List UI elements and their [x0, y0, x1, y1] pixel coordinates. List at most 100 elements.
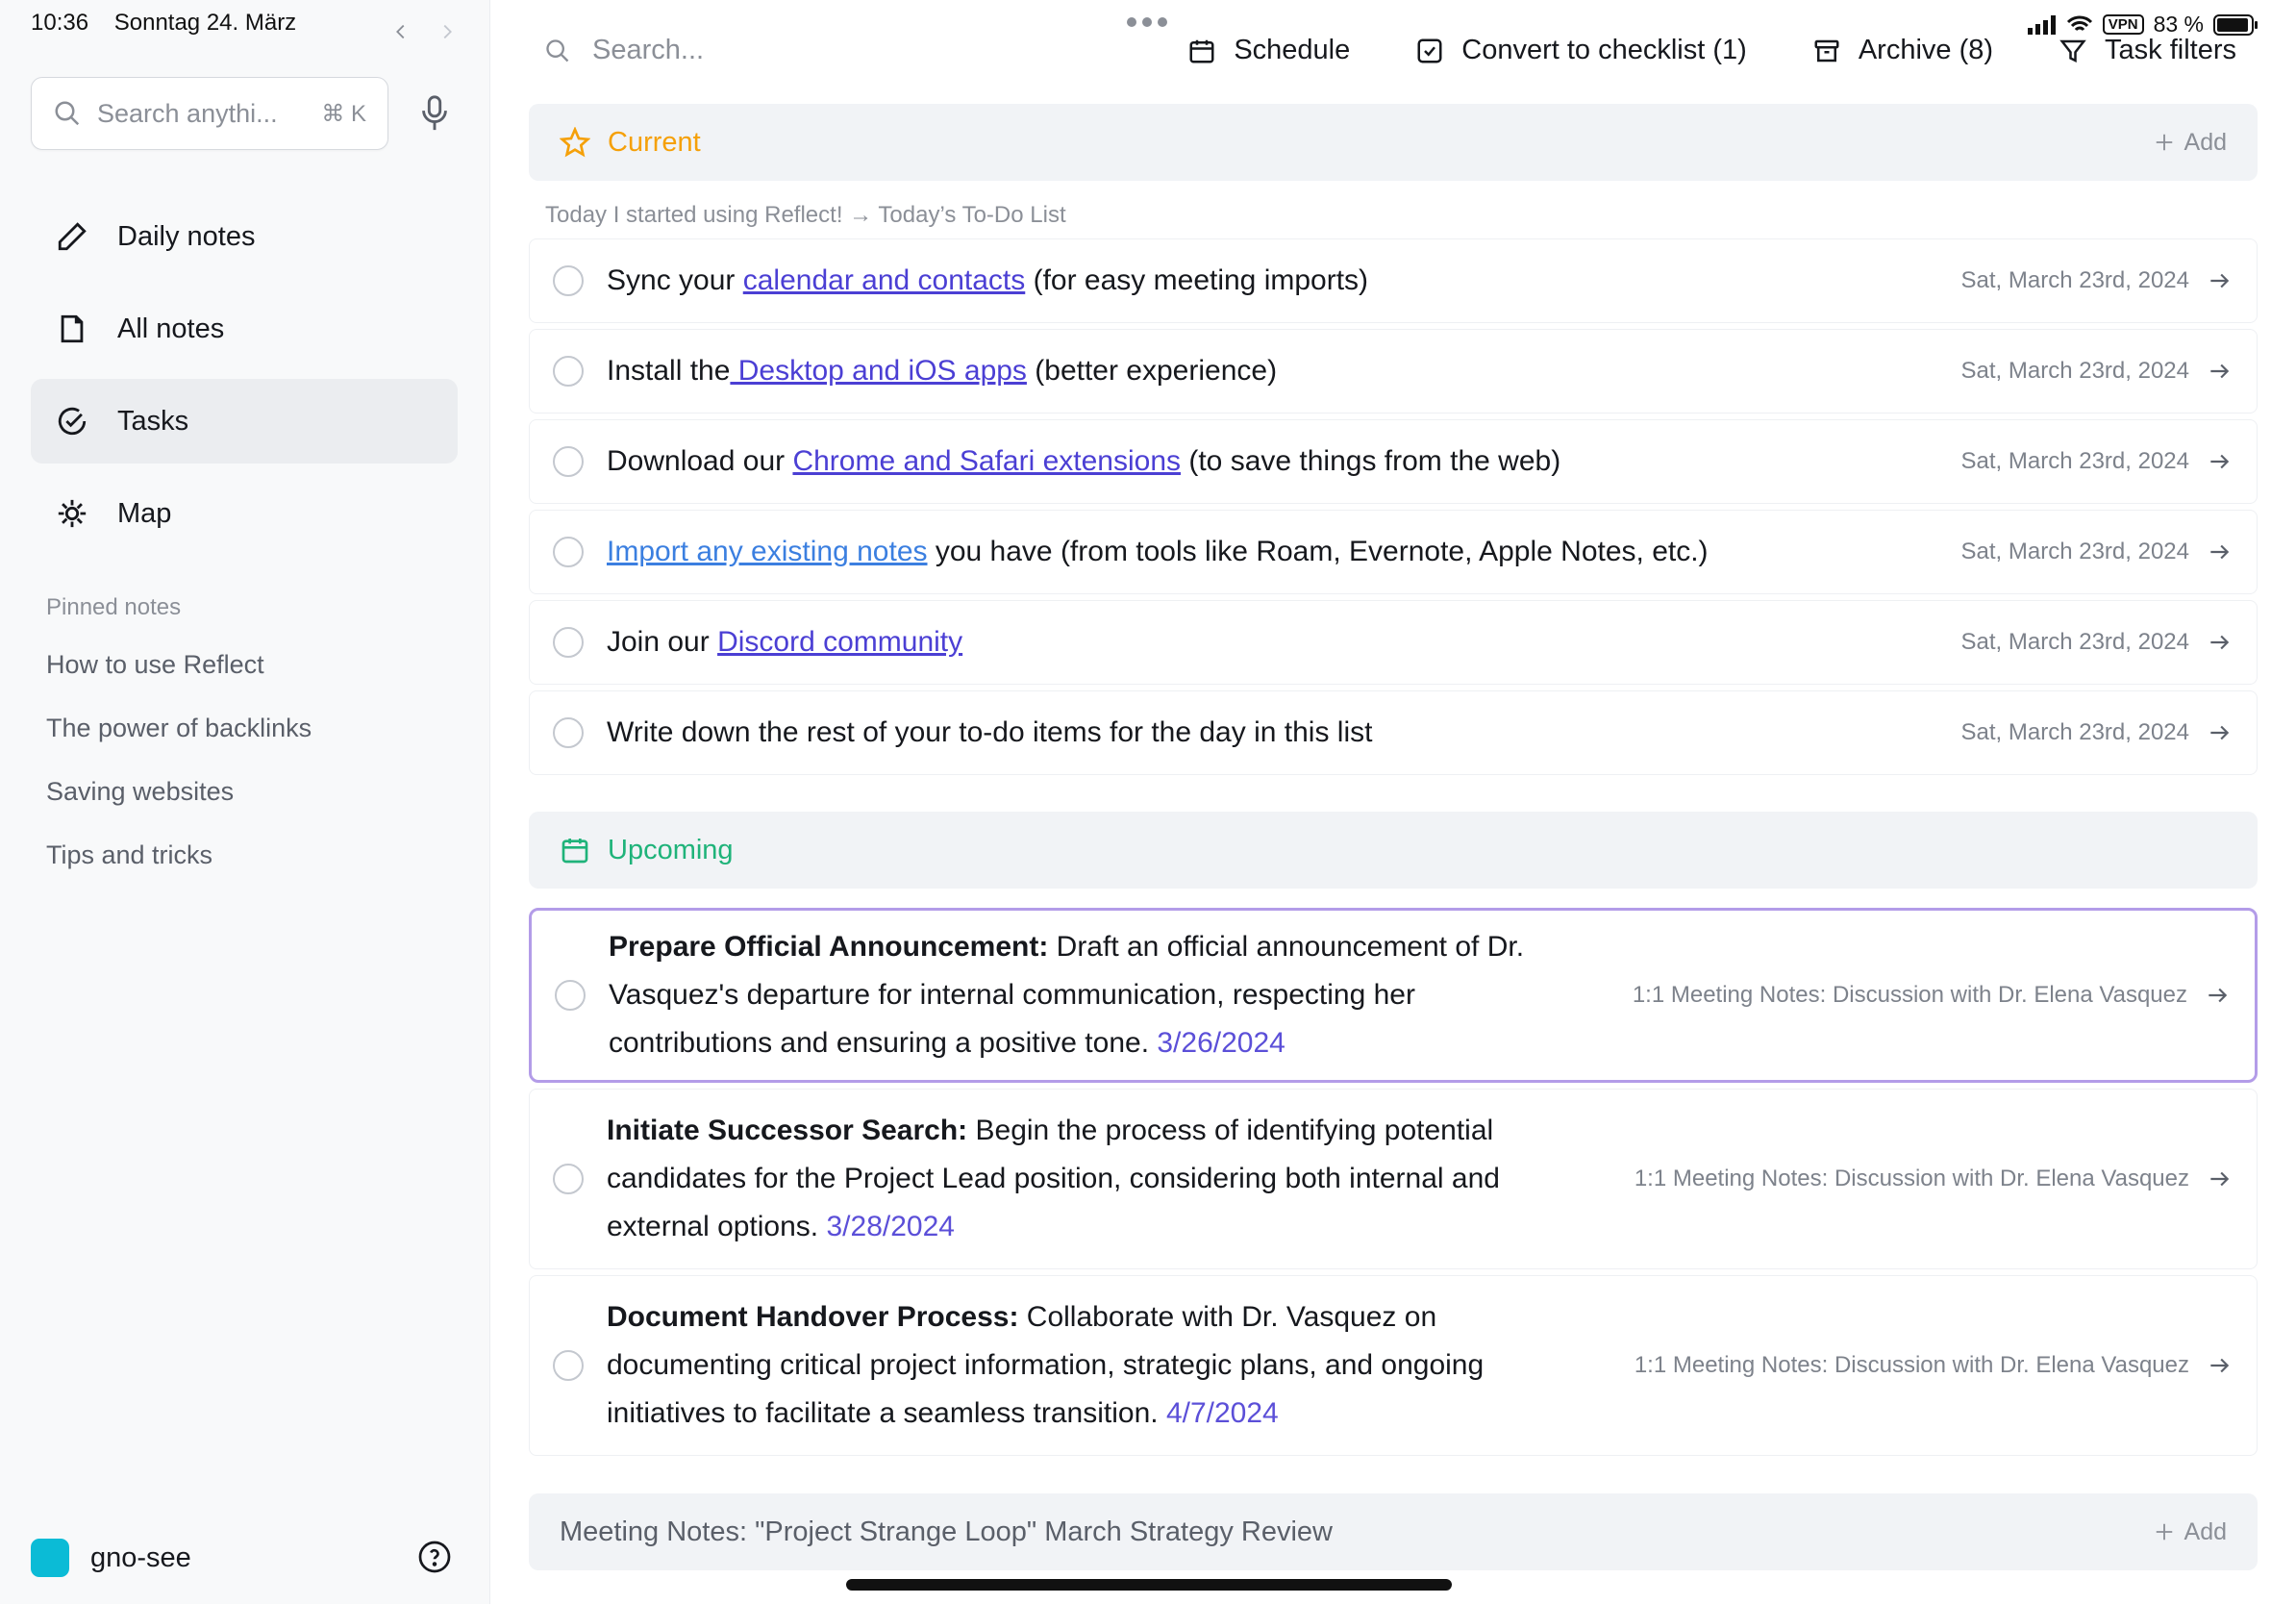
workspace-badge [31, 1539, 69, 1577]
wifi-icon [2066, 15, 2092, 31]
sidebar-item-map[interactable]: Map [31, 471, 458, 556]
arrow-right-icon[interactable] [2207, 268, 2232, 293]
task-link[interactable]: Import any existing notes [607, 536, 928, 567]
sidebar-item-label: Daily notes [117, 220, 256, 252]
task-checkbox[interactable] [553, 356, 584, 387]
task-checkbox[interactable] [553, 1350, 584, 1381]
section-title[interactable]: Meeting Notes: "Project Strange Loop" Ma… [560, 1516, 1333, 1548]
task-due-date[interactable]: 3/28/2024 [826, 1211, 954, 1242]
task-row: Sync your calendar and contacts (for eas… [529, 238, 2258, 323]
task-text: Install the Desktop and iOS apps (better… [607, 355, 1278, 387]
arrow-right-icon[interactable] [2207, 630, 2232, 655]
task-source[interactable]: 1:1 Meeting Notes: Discussion with Dr. E… [1635, 1165, 2189, 1192]
arrow-right-icon[interactable] [2207, 449, 2232, 474]
task-row: Document Handover Process: Collaborate w… [529, 1275, 2258, 1456]
task-filters-label: Task filters [2105, 35, 2236, 65]
add-task-button[interactable]: Add [2154, 129, 2227, 157]
task-checkbox[interactable] [553, 717, 584, 748]
task-source: Sat, March 23rd, 2024 [1960, 629, 2189, 655]
history-nav [390, 21, 458, 42]
task-due-date[interactable]: 4/7/2024 [1166, 1397, 1279, 1429]
pinned-note[interactable]: The power of backlinks [46, 714, 312, 777]
task-text: Write down the rest of your to-do items … [607, 716, 1373, 748]
arrow-right-icon[interactable] [2205, 983, 2230, 1008]
sidebar-item-tasks[interactable]: Tasks [31, 379, 458, 464]
task-search-input[interactable]: Search... [544, 35, 704, 66]
task-checkbox[interactable] [553, 265, 584, 296]
task-checkbox[interactable] [553, 537, 584, 567]
arrow-right-icon[interactable] [2207, 720, 2232, 745]
task-text: Prepare Official Announcement: Draft an … [609, 931, 1525, 1059]
task-source[interactable]: 1:1 Meeting Notes: Discussion with Dr. E… [1635, 1352, 2189, 1379]
window-dots-icon[interactable] [1127, 17, 1167, 27]
task-link[interactable]: Discord community [717, 626, 962, 658]
note-icon [61, 314, 84, 343]
arrow-right-icon[interactable] [2207, 1166, 2232, 1191]
pinned-note[interactable]: Saving websites [46, 777, 312, 840]
calendar-icon [1189, 39, 1214, 63]
add-task-button[interactable]: Add [2154, 1518, 2227, 1546]
pinned-note[interactable]: How to use Reflect [46, 650, 312, 714]
calendar-icon [562, 839, 588, 864]
search-icon [55, 101, 80, 126]
task-filters-button[interactable]: Task filters [2059, 35, 2236, 66]
archive-icon [1814, 39, 1839, 62]
home-indicator[interactable] [846, 1579, 1452, 1591]
schedule-button[interactable]: Schedule [1187, 35, 1350, 66]
arrow-right-icon[interactable] [2207, 1353, 2232, 1378]
status-clock: 10:36 Sonntag 24. März [31, 10, 315, 37]
pinned-notes-title: Pinned notes [46, 594, 182, 620]
task-checkbox[interactable] [553, 1164, 584, 1194]
task-text: Initiate Successor Search: Begin the pro… [607, 1115, 1500, 1242]
task-checkbox[interactable] [555, 980, 586, 1011]
arrow-right-icon[interactable] [2207, 539, 2232, 564]
sidebar-item-label: All notes [117, 313, 225, 344]
check-circle-icon [58, 407, 87, 436]
star-icon [560, 127, 590, 158]
task-link[interactable]: Chrome and Safari extensions [792, 445, 1181, 477]
task-text: Document Handover Process: Collaborate w… [607, 1301, 1485, 1429]
sidebar-nav: Daily notes All notes Tasks Map [31, 194, 458, 564]
task-text: Join our Discord community [607, 626, 963, 658]
task-row: Download our Chrome and Safari extension… [529, 419, 2258, 504]
workspace-switcher[interactable]: gno-see [31, 1539, 191, 1577]
task-row-selected[interactable]: Prepare Official Announcement: Draft an … [529, 908, 2258, 1083]
task-row: Join our Discord community Sat, March 23… [529, 600, 2258, 685]
task-source[interactable]: 1:1 Meeting Notes: Discussion with Dr. E… [1633, 982, 2187, 1009]
cellular-signal-icon [2027, 14, 2056, 35]
microphone-icon[interactable] [417, 94, 452, 133]
section-title: Upcoming [608, 834, 734, 865]
sidebar-item-all-notes[interactable]: All notes [31, 287, 458, 371]
add-label: Add [2184, 128, 2227, 156]
section-current: Current Add [529, 104, 2258, 181]
task-link[interactable]: Desktop and iOS apps [730, 355, 1027, 387]
help-icon[interactable] [417, 1540, 452, 1574]
pinned-note[interactable]: Tips and tricks [46, 840, 312, 904]
convert-to-checklist-button[interactable]: Convert to checklist (1) [1415, 35, 1747, 66]
archive-button[interactable]: Archive (8) [1812, 35, 1993, 66]
task-toolbar: Schedule Convert to checklist (1) Archiv… [1187, 35, 2236, 66]
chevron-left-icon[interactable] [390, 21, 412, 42]
add-label: Add [2184, 1517, 2227, 1545]
sidebar-search-input[interactable]: Search anythi... ⌘ K [31, 77, 388, 150]
arrow-right-icon[interactable] [2207, 359, 2232, 384]
task-checkbox[interactable] [553, 446, 584, 477]
archive-label: Archive (8) [1858, 35, 1994, 65]
battery-icon [2213, 13, 2258, 36]
plus-icon [2156, 134, 2172, 151]
status-indicators: VPN 83 % [2027, 12, 2259, 38]
task-link[interactable]: calendar and contacts [743, 264, 1026, 296]
task-due-date[interactable]: 3/26/2024 [1157, 1027, 1285, 1059]
search-shortcut: ⌘ K [321, 100, 366, 127]
convert-label: Convert to checklist (1) [1461, 35, 1747, 65]
breadcrumb[interactable]: Today I started using Reflect! → Today’s… [545, 202, 1066, 229]
chevron-right-icon[interactable] [437, 21, 458, 42]
task-source: Sat, March 23rd, 2024 [1960, 267, 2189, 293]
checkbox-icon [1417, 38, 1442, 63]
sidebar-item-daily-notes[interactable]: Daily notes [31, 194, 458, 279]
task-row: Write down the rest of your to-do items … [529, 690, 2258, 775]
main-content: Search... VPN 83 % Schedule Convert to c… [529, 0, 2259, 1604]
pinned-notes-list: How to use Reflect The power of backlink… [46, 650, 312, 904]
task-checkbox[interactable] [553, 627, 584, 658]
status-time: 10:36 [31, 10, 89, 36]
